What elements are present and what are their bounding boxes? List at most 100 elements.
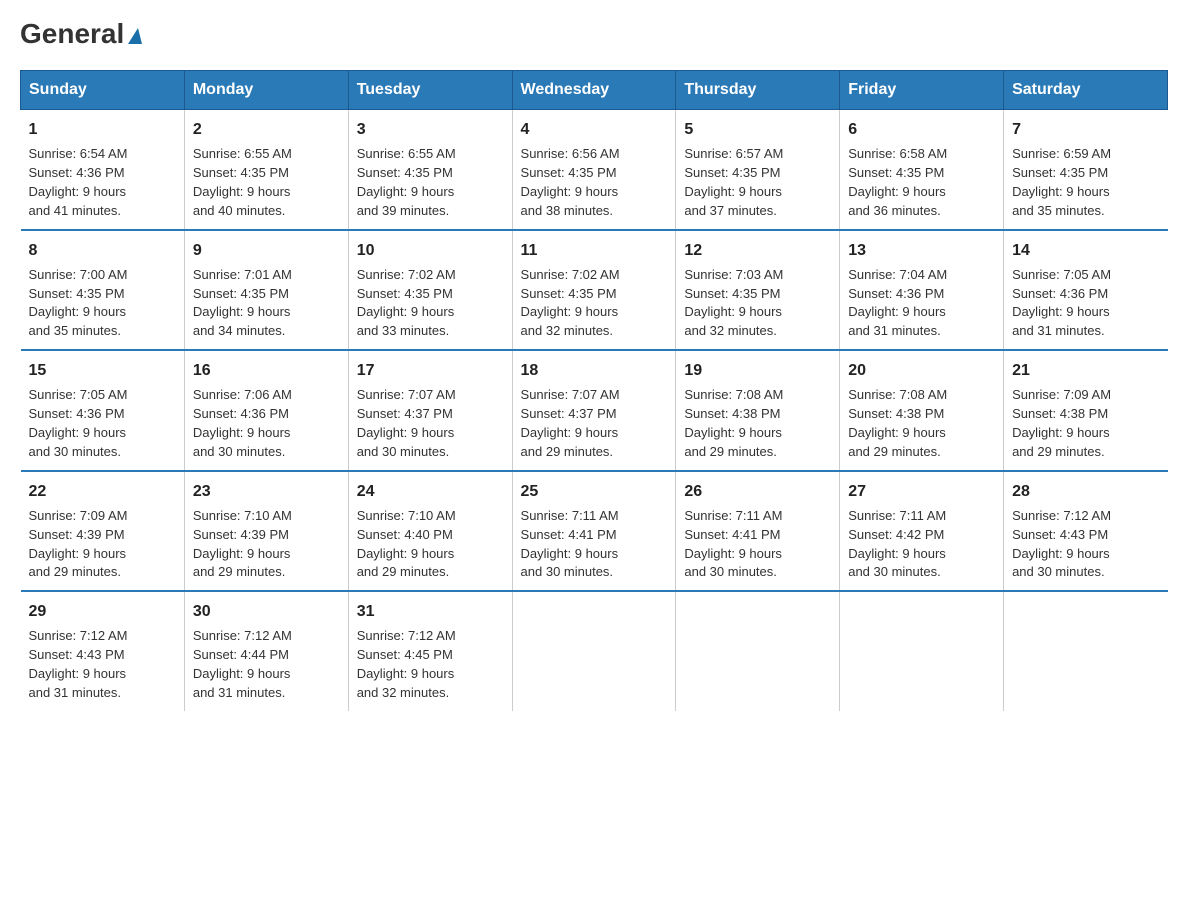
calendar-cell: 22 Sunrise: 7:09 AMSunset: 4:39 PMDayligh… <box>21 471 185 592</box>
day-info: Sunrise: 7:07 AMSunset: 4:37 PMDaylight:… <box>357 386 504 461</box>
calendar-cell: 30Sunrise: 7:12 AMSunset: 4:44 PMDayligh… <box>184 591 348 711</box>
calendar-cell: 20Sunrise: 7:08 AMSunset: 4:38 PMDayligh… <box>840 350 1004 471</box>
calendar-cell: 8 Sunrise: 7:00 AMSunset: 4:35 PMDaylight… <box>21 230 185 351</box>
calendar-cell: 13 Sunrise: 7:04 AMSunset: 4:36 PMDayligh… <box>840 230 1004 351</box>
day-info: Sunrise: 7:05 AMSunset: 4:36 PMDaylight:… <box>29 386 176 461</box>
day-info: Sunrise: 7:10 AMSunset: 4:39 PMDaylight:… <box>193 507 340 582</box>
header-day-tuesday: Tuesday <box>348 71 512 110</box>
calendar-cell: 3 Sunrise: 6:55 AMSunset: 4:35 PMDaylight… <box>348 110 512 230</box>
day-number: 7 <box>1012 118 1159 141</box>
calendar-cell: 11 Sunrise: 7:02 AMSunset: 4:35 PMDayligh… <box>512 230 676 351</box>
calendar-cell: 15 Sunrise: 7:05 AMSunset: 4:36 PMDayligh… <box>21 350 185 471</box>
calendar-cell: 4 Sunrise: 6:56 AMSunset: 4:35 PMDaylight… <box>512 110 676 230</box>
day-number: 9 <box>193 239 340 262</box>
day-info: Sunrise: 6:59 AMSunset: 4:35 PMDaylight:… <box>1012 145 1159 220</box>
header-day-friday: Friday <box>840 71 1004 110</box>
day-number: 11 <box>521 239 668 262</box>
day-number: 5 <box>684 118 831 141</box>
day-info: Sunrise: 7:12 AMSunset: 4:43 PMDaylight:… <box>29 627 176 702</box>
day-number: 21 <box>1012 359 1159 382</box>
week-row: 29 Sunrise: 7:12 AMSunset: 4:43 PMDayligh… <box>21 591 1168 711</box>
day-info: Sunrise: 7:04 AMSunset: 4:36 PMDaylight:… <box>848 266 995 341</box>
day-info: Sunrise: 7:09 AMSunset: 4:38 PMDaylight:… <box>1012 386 1159 461</box>
calendar-cell: 12Sunrise: 7:03 AMSunset: 4:35 PMDayligh… <box>676 230 840 351</box>
header-day-thursday: Thursday <box>676 71 840 110</box>
calendar-cell <box>1004 591 1168 711</box>
day-number: 10 <box>357 239 504 262</box>
day-number: 22 <box>29 480 176 503</box>
day-info: Sunrise: 7:09 AMSunset: 4:39 PMDaylight:… <box>29 507 176 582</box>
day-number: 3 <box>357 118 504 141</box>
day-info: Sunrise: 7:00 AMSunset: 4:35 PMDaylight:… <box>29 266 176 341</box>
day-number: 4 <box>521 118 668 141</box>
week-row: 15 Sunrise: 7:05 AMSunset: 4:36 PMDayligh… <box>21 350 1168 471</box>
day-number: 28 <box>1012 480 1159 503</box>
day-number: 2 <box>193 118 340 141</box>
day-info: Sunrise: 7:06 AMSunset: 4:36 PMDaylight:… <box>193 386 340 461</box>
page-header: General <box>20 20 1168 50</box>
calendar-cell: 2 Sunrise: 6:55 AMSunset: 4:35 PMDaylight… <box>184 110 348 230</box>
day-number: 23 <box>193 480 340 503</box>
calendar-cell: 14 Sunrise: 7:05 AMSunset: 4:36 PMDayligh… <box>1004 230 1168 351</box>
calendar-cell: 24Sunrise: 7:10 AMSunset: 4:40 PMDayligh… <box>348 471 512 592</box>
day-info: Sunrise: 6:54 AMSunset: 4:36 PMDaylight:… <box>29 145 176 220</box>
day-info: Sunrise: 7:11 AMSunset: 4:41 PMDaylight:… <box>521 507 668 582</box>
day-number: 19 <box>684 359 831 382</box>
day-info: Sunrise: 7:11 AMSunset: 4:42 PMDaylight:… <box>848 507 995 582</box>
day-info: Sunrise: 7:01 AMSunset: 4:35 PMDaylight:… <box>193 266 340 341</box>
logo-line1: General <box>20 20 142 48</box>
day-info: Sunrise: 6:57 AMSunset: 4:35 PMDaylight:… <box>684 145 831 220</box>
header-day-wednesday: Wednesday <box>512 71 676 110</box>
calendar-cell: 19 Sunrise: 7:08 AMSunset: 4:38 PMDayligh… <box>676 350 840 471</box>
calendar-cell: 31Sunrise: 7:12 AMSunset: 4:45 PMDayligh… <box>348 591 512 711</box>
day-info: Sunrise: 7:12 AMSunset: 4:45 PMDaylight:… <box>357 627 504 702</box>
day-info: Sunrise: 6:55 AMSunset: 4:35 PMDaylight:… <box>193 145 340 220</box>
calendar-cell <box>512 591 676 711</box>
calendar-table: SundayMondayTuesdayWednesdayThursdayFrid… <box>20 70 1168 711</box>
week-row: 22 Sunrise: 7:09 AMSunset: 4:39 PMDayligh… <box>21 471 1168 592</box>
day-info: Sunrise: 6:56 AMSunset: 4:35 PMDaylight:… <box>521 145 668 220</box>
week-row: 8 Sunrise: 7:00 AMSunset: 4:35 PMDaylight… <box>21 230 1168 351</box>
day-info: Sunrise: 6:55 AMSunset: 4:35 PMDaylight:… <box>357 145 504 220</box>
day-info: Sunrise: 7:05 AMSunset: 4:36 PMDaylight:… <box>1012 266 1159 341</box>
day-number: 16 <box>193 359 340 382</box>
calendar-cell: 7 Sunrise: 6:59 AMSunset: 4:35 PMDaylight… <box>1004 110 1168 230</box>
day-info: Sunrise: 7:02 AMSunset: 4:35 PMDaylight:… <box>521 266 668 341</box>
day-number: 6 <box>848 118 995 141</box>
calendar-cell: 9 Sunrise: 7:01 AMSunset: 4:35 PMDaylight… <box>184 230 348 351</box>
day-number: 18 <box>521 359 668 382</box>
day-number: 13 <box>848 239 995 262</box>
day-number: 29 <box>29 600 176 623</box>
header-day-monday: Monday <box>184 71 348 110</box>
day-number: 20 <box>848 359 995 382</box>
day-info: Sunrise: 7:12 AMSunset: 4:43 PMDaylight:… <box>1012 507 1159 582</box>
day-number: 14 <box>1012 239 1159 262</box>
day-number: 12 <box>684 239 831 262</box>
day-info: Sunrise: 7:07 AMSunset: 4:37 PMDaylight:… <box>521 386 668 461</box>
day-number: 25 <box>521 480 668 503</box>
calendar-cell: 27 Sunrise: 7:11 AMSunset: 4:42 PMDayligh… <box>840 471 1004 592</box>
day-number: 17 <box>357 359 504 382</box>
calendar-cell: 29 Sunrise: 7:12 AMSunset: 4:43 PMDayligh… <box>21 591 185 711</box>
calendar-cell <box>840 591 1004 711</box>
day-number: 26 <box>684 480 831 503</box>
day-number: 30 <box>193 600 340 623</box>
header-row: SundayMondayTuesdayWednesdayThursdayFrid… <box>21 71 1168 110</box>
day-info: Sunrise: 7:08 AMSunset: 4:38 PMDaylight:… <box>684 386 831 461</box>
day-info: Sunrise: 7:10 AMSunset: 4:40 PMDaylight:… <box>357 507 504 582</box>
calendar-cell: 25 Sunrise: 7:11 AMSunset: 4:41 PMDayligh… <box>512 471 676 592</box>
calendar-cell: 18 Sunrise: 7:07 AMSunset: 4:37 PMDayligh… <box>512 350 676 471</box>
calendar-cell <box>676 591 840 711</box>
calendar-cell: 1Sunrise: 6:54 AMSunset: 4:36 PMDaylight… <box>21 110 185 230</box>
calendar-cell: 23 Sunrise: 7:10 AMSunset: 4:39 PMDayligh… <box>184 471 348 592</box>
calendar-body: 1Sunrise: 6:54 AMSunset: 4:36 PMDaylight… <box>21 110 1168 711</box>
calendar-cell: 21 Sunrise: 7:09 AMSunset: 4:38 PMDayligh… <box>1004 350 1168 471</box>
calendar-cell: 17 Sunrise: 7:07 AMSunset: 4:37 PMDayligh… <box>348 350 512 471</box>
day-info: Sunrise: 6:58 AMSunset: 4:35 PMDaylight:… <box>848 145 995 220</box>
day-number: 27 <box>848 480 995 503</box>
day-info: Sunrise: 7:11 AMSunset: 4:41 PMDaylight:… <box>684 507 831 582</box>
day-number: 15 <box>29 359 176 382</box>
calendar-header: SundayMondayTuesdayWednesdayThursdayFrid… <box>21 71 1168 110</box>
day-number: 8 <box>29 239 176 262</box>
calendar-cell: 5 Sunrise: 6:57 AMSunset: 4:35 PMDaylight… <box>676 110 840 230</box>
